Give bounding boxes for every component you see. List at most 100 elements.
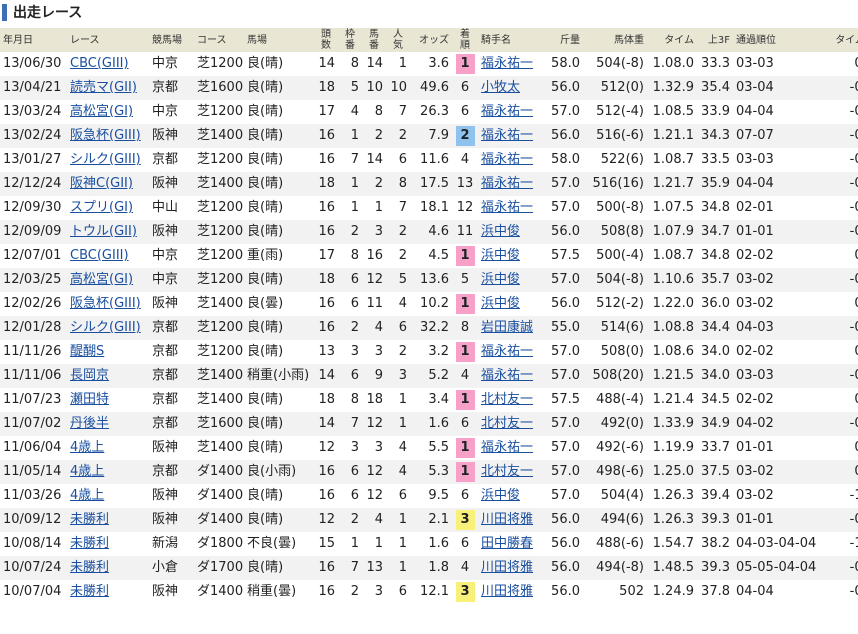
cell-passing: 02-02 [736,344,774,359]
finish-badge: 1 [455,293,475,314]
cell-time: 1.26.3 [652,488,694,503]
jockey-link[interactable]: 田中勝春 [481,536,533,551]
race-link[interactable]: 長岡京 [70,368,109,383]
race-link[interactable]: 4歳上 [70,440,104,455]
cell-date: 13/01/27 [3,152,62,167]
race-link[interactable]: 未勝利 [70,560,109,575]
col-header-horse-no[interactable]: 馬番 [362,28,386,52]
race-link[interactable]: 高松宮(GI) [70,104,133,119]
jockey-link[interactable]: 福永祐一 [481,56,533,71]
cell-time: 1.21.7 [652,176,694,191]
table-header-row: 年月日 レース 競馬場 コース 馬場 頭数 枠番 馬番 人気 オッズ 着順 騎手… [0,28,858,52]
race-link[interactable]: CBC(GIII) [70,56,129,71]
jockey-link[interactable]: 福永祐一 [481,440,533,455]
cell-body-weight: 512(-4) [596,104,644,119]
race-link[interactable]: トウル(GII) [70,224,137,239]
jockey-link[interactable]: 北村友一 [481,416,533,431]
race-cell: 未勝利 [67,556,149,580]
race-link[interactable]: 読売マ(GII) [70,80,137,95]
jockey-link[interactable]: 川田将雅 [481,512,533,527]
jockey-link[interactable]: 浜中俊 [481,248,520,263]
col-header-race[interactable]: レース [67,28,149,52]
race-link[interactable]: 未勝利 [70,584,109,599]
col-header-diff[interactable]: タイム差 [818,28,858,52]
cell-body-weight: 508(0) [600,344,644,359]
race-link[interactable]: 丹後半 [70,416,109,431]
cell-horse-no: 14 [366,152,383,167]
table-row: 10/08/14 未勝利 新潟 ダ1800 不良(曇) 15 1 1 1 1.6 6 田中勝春 56.0… [0,532,858,556]
race-link[interactable]: 4歳上 [70,488,104,503]
jockey-link[interactable]: 川田将雅 [481,560,533,575]
cell-date: 13/02/24 [3,128,62,143]
cell-last3f: 37.8 [701,584,730,599]
col-header-runners[interactable]: 頭数 [314,28,338,52]
table-row: 12/02/26 阪急杯(GIII) 阪神 芝1400 良(曇) 16 6 11 4 10.2 1 浜… [0,292,858,316]
col-header-course[interactable]: コース [194,28,244,52]
col-header-date[interactable]: 年月日 [0,28,67,52]
race-cell: 長岡京 [67,364,149,388]
race-link[interactable]: 未勝利 [70,536,109,551]
jockey-link[interactable]: 福永祐一 [481,368,533,383]
jockey-link[interactable]: 福永祐一 [481,176,533,191]
col-header-weight[interactable]: 斤量 [544,28,583,52]
race-link[interactable]: 阪急杯(GIII) [70,296,141,311]
jockey-link[interactable]: 福永祐一 [481,344,533,359]
col-header-jockey[interactable]: 騎手名 [478,28,544,52]
race-link[interactable]: CBC(GIII) [70,248,129,263]
jockey-link[interactable]: 福永祐一 [481,104,533,119]
race-link[interactable]: 阪神C(GII) [70,176,133,191]
cell-course: 芝1200 [197,344,244,359]
cell-track: 良(晴) [247,80,284,95]
race-link[interactable]: 高松宮(GI) [70,272,133,287]
cell-weight: 57.0 [551,368,580,383]
race-link[interactable]: 阪急杯(GIII) [70,128,141,143]
cell-body-weight: 512(0) [600,80,644,95]
cell-last3f: 39.3 [701,512,730,527]
cell-horse-no: 1 [374,200,383,215]
cell-track: 良(晴) [247,104,284,119]
col-header-venue[interactable]: 競馬場 [149,28,194,52]
col-header-odds[interactable]: オッズ [410,28,452,52]
cell-weight: 55.0 [551,320,580,335]
race-cell: 未勝利 [67,580,149,604]
col-header-body-weight[interactable]: 馬体重 [583,28,647,52]
jockey-link[interactable]: 浜中俊 [481,224,520,239]
jockey-link[interactable]: 福永祐一 [481,200,533,215]
cell-date: 10/08/14 [3,536,62,551]
jockey-link[interactable]: 小牧太 [481,80,520,95]
race-link[interactable]: シルク(GIII) [70,152,141,167]
jockey-link[interactable]: 岩田康誠 [481,320,533,335]
col-header-track[interactable]: 馬場 [244,28,314,52]
jockey-link[interactable]: 川田将雅 [481,584,533,599]
race-link[interactable]: 醍醐S [70,344,104,359]
race-rows: 13/06/30 CBC(GIII) 中京 芝1200 良(晴) 14 8 14 1 3.6 1 福永… [0,52,858,604]
col-header-passing[interactable]: 通過順位 [733,28,818,52]
cell-diff: -0.1 [849,368,858,383]
cell-frame: 5 [350,80,359,95]
jockey-link[interactable]: 福永祐一 [481,152,533,167]
jockey-link[interactable]: 浜中俊 [481,296,520,311]
race-link[interactable]: 瀬田特 [70,392,109,407]
col-header-last3f[interactable]: 上3F [697,28,733,52]
cell-odds: 13.6 [420,272,449,287]
race-cell: CBC(GIII) [67,52,149,76]
race-cell: スプリ(GI) [67,196,149,220]
jockey-link[interactable]: 浜中俊 [481,272,520,287]
race-link[interactable]: 4歳上 [70,464,104,479]
col-header-time[interactable]: タイム [647,28,697,52]
cell-track: 良(晴) [247,440,284,455]
jockey-link[interactable]: 福永祐一 [481,128,533,143]
race-link[interactable]: スプリ(GI) [70,200,133,215]
jockey-link[interactable]: 北村友一 [481,464,533,479]
race-link[interactable]: シルク(GIII) [70,320,141,335]
cell-frame: 7 [350,560,359,575]
col-header-popularity[interactable]: 人気 [386,28,410,52]
cell-date: 12/09/30 [3,200,62,215]
jockey-link[interactable]: 浜中俊 [481,488,520,503]
cell-passing: 04-03-04-04 [736,536,817,551]
col-header-finish[interactable]: 着順 [452,28,478,52]
cell-odds: 11.6 [420,152,449,167]
col-header-frame[interactable]: 枠番 [338,28,362,52]
race-link[interactable]: 未勝利 [70,512,109,527]
jockey-link[interactable]: 北村友一 [481,392,533,407]
